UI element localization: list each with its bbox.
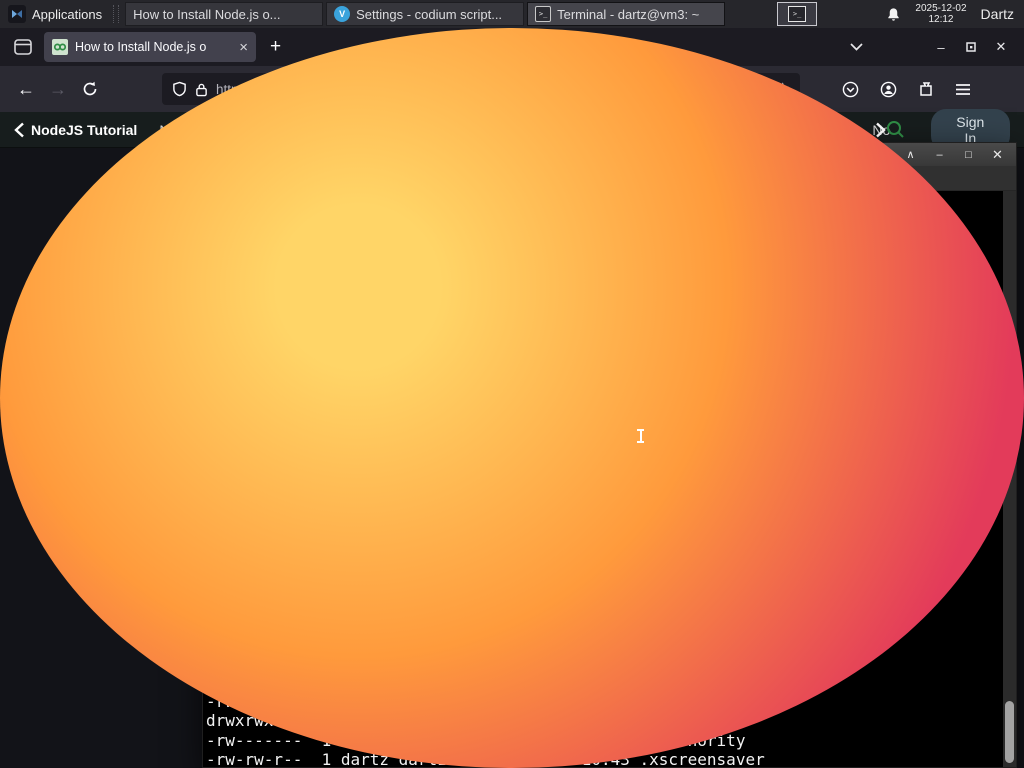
extensions-icon[interactable] (918, 81, 934, 97)
panel-time: 12:12 (928, 14, 954, 25)
taskbar-window-button[interactable]: >_ Terminal - dartz@vm3: ~ (527, 2, 726, 26)
terminal-close-icon[interactable]: ✕ (986, 147, 1009, 163)
nav-chevron-right-icon[interactable] (875, 122, 886, 138)
vscodium-icon: V (334, 6, 351, 22)
taskbar-window-label: Settings - codium script... (356, 6, 503, 22)
system-tray: 2025-12-02 12:12 Dartz (886, 3, 1024, 25)
workspace-switcher[interactable]: >_ (777, 2, 818, 26)
panel-separator (113, 5, 120, 23)
applications-menu-icon (8, 5, 26, 23)
minimize-icon[interactable]: – (926, 40, 956, 55)
taskbar-window-button[interactable]: V Settings - codium script... (326, 2, 525, 26)
new-tab-button[interactable]: + (270, 36, 281, 58)
notification-bell-icon[interactable] (886, 7, 901, 22)
pocket-icon[interactable] (842, 81, 859, 98)
search-icon[interactable] (886, 120, 905, 139)
workspace-window-icon: >_ (788, 6, 807, 22)
applications-menu[interactable]: Applications (0, 1, 110, 27)
forward-icon[interactable]: → (42, 73, 74, 105)
geeksforgeeks-favicon (52, 39, 68, 55)
lock-icon[interactable] (195, 82, 208, 97)
taskbar-window-button[interactable]: How to Install Node.js o... (0, 2, 1024, 768)
panel-clock[interactable]: 2025-12-02 12:12 (915, 3, 966, 25)
terminal-icon: >_ (535, 6, 552, 22)
panel-username: Dartz (980, 6, 1014, 22)
account-icon[interactable] (880, 81, 897, 98)
menu-icon[interactable] (955, 83, 971, 96)
site-nav-item[interactable]: NodeJS Tutorial (31, 122, 137, 138)
terminal-minimize-icon[interactable]: – (928, 149, 951, 161)
back-icon[interactable]: ← (10, 73, 42, 105)
panel-date: 2025-12-02 (915, 3, 967, 14)
taskbar-window-label: Terminal - dartz@vm3: ~ (557, 6, 700, 22)
shield-icon[interactable] (172, 81, 187, 97)
nav-chevron-left-icon[interactable] (14, 122, 25, 138)
applications-menu-label: Applications (32, 6, 103, 22)
taskbar-window-label: How to Install Node.js o... (133, 6, 281, 22)
terminal-scrollbar-thumb[interactable] (1005, 701, 1014, 763)
reload-icon[interactable] (74, 73, 106, 105)
maximize-icon[interactable] (956, 40, 986, 55)
firefox-view-icon[interactable] (8, 34, 38, 60)
toolbar-icons (842, 81, 971, 98)
taskbar-windows: How to Install Node.js o... V Settings - c… (0, 2, 1024, 768)
tab-close-icon[interactable]: × (239, 40, 248, 55)
desktop-panel: Applications How to Install Node.js o...… (0, 0, 1024, 768)
close-icon[interactable]: ✕ (986, 39, 1016, 55)
terminal-maximize-icon[interactable]: □ (957, 149, 980, 161)
mouse-cursor (636, 428, 645, 444)
window-controls: – ✕ (850, 39, 1016, 55)
browser-tab[interactable]: How to Install Node.js o × (44, 32, 256, 62)
tab-title: How to Install Node.js o (75, 40, 207, 54)
list-all-tabs-icon[interactable] (850, 43, 880, 51)
